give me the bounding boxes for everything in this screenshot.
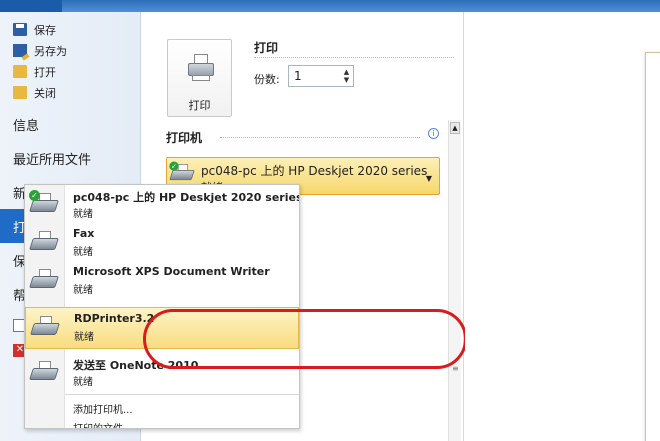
printer-option-status: 就绪 bbox=[73, 285, 93, 296]
printer-option-xps[interactable]: Microsoft XPS Document Writer 就绪 bbox=[25, 261, 299, 299]
printer-icon: ✓ bbox=[29, 190, 59, 215]
add-printer-link[interactable]: 添加打印机... bbox=[73, 401, 133, 416]
scroll-grip-icon[interactable]: ≡ bbox=[452, 364, 459, 373]
chevron-down-icon: ▼ bbox=[425, 174, 432, 183]
printer-option-fax[interactable]: Fax 就绪 bbox=[25, 223, 299, 261]
printer-dropdown: ✓ pc048-pc 上的 HP Deskjet 2020 series 就绪 … bbox=[24, 184, 300, 429]
info-icon[interactable]: i bbox=[428, 128, 439, 139]
copies-label: 份数: bbox=[254, 73, 280, 86]
print-to-file-link[interactable]: 打印的文件 bbox=[73, 420, 123, 428]
printer-icon bbox=[30, 316, 60, 338]
copies-value: 1 bbox=[294, 69, 302, 83]
nav-save-as-label: 另存为 bbox=[34, 44, 67, 58]
printer-option-name: Fax bbox=[73, 227, 95, 240]
save-icon bbox=[13, 23, 27, 36]
nav-info-label: 信息 bbox=[13, 118, 40, 134]
file-tab[interactable] bbox=[0, 0, 62, 12]
nav-open[interactable]: 打开 bbox=[0, 61, 140, 82]
ribbon-bar bbox=[0, 0, 660, 12]
nav-close[interactable]: 关闭 bbox=[0, 82, 140, 103]
print-button[interactable]: 打印 bbox=[167, 39, 232, 117]
printer-option-status: 就绪 bbox=[73, 377, 93, 388]
nav-close-label: 关闭 bbox=[34, 86, 56, 100]
scrollbar[interactable]: ▲ ≡ bbox=[448, 120, 461, 441]
printer-icon bbox=[29, 361, 59, 383]
printer-icon: ✓ bbox=[169, 161, 195, 183]
divider bbox=[254, 57, 454, 58]
nav-open-label: 打开 bbox=[34, 65, 56, 79]
divider bbox=[65, 394, 299, 395]
print-section-title: 打印 bbox=[254, 41, 279, 55]
preview-page bbox=[645, 52, 660, 441]
divider bbox=[220, 137, 420, 138]
printer-option-name: pc048-pc 上的 HP Deskjet 2020 series bbox=[73, 191, 300, 204]
copies-stepper[interactable]: 1 ▲ ▼ bbox=[288, 65, 354, 87]
nav-recent-label: 最近所用文件 bbox=[13, 152, 92, 168]
printer-section-title: 打印机 bbox=[166, 131, 203, 145]
folder-open-icon bbox=[13, 65, 27, 78]
printer-option-status: 就绪 bbox=[74, 332, 94, 343]
printer-option-status: 就绪 bbox=[73, 247, 93, 258]
printer-icon bbox=[188, 54, 214, 84]
printer-option-name: RDPrinter3.2 bbox=[74, 312, 155, 325]
print-preview bbox=[465, 12, 660, 441]
fax-icon bbox=[29, 231, 59, 253]
printer-option-hp[interactable]: ✓ pc048-pc 上的 HP Deskjet 2020 series 就绪 bbox=[25, 185, 299, 223]
printer-icon bbox=[29, 269, 59, 291]
save-as-icon bbox=[13, 44, 27, 57]
nav-save[interactable]: 保存 bbox=[0, 19, 140, 40]
scroll-up-icon[interactable]: ▲ bbox=[450, 122, 460, 134]
folder-close-icon bbox=[13, 86, 27, 99]
printer-option-name: Microsoft XPS Document Writer bbox=[73, 265, 270, 278]
print-button-label: 打印 bbox=[188, 99, 211, 112]
nav-info[interactable]: 信息 bbox=[0, 107, 140, 141]
nav-recent[interactable]: 最近所用文件 bbox=[0, 141, 140, 175]
spin-down-icon[interactable]: ▼ bbox=[342, 76, 351, 85]
nav-save-as[interactable]: 另存为 bbox=[0, 40, 140, 61]
selected-printer-name: pc048-pc 上的 HP Deskjet 2020 series bbox=[201, 164, 428, 178]
printer-option-status: 就绪 bbox=[73, 209, 93, 220]
nav-save-label: 保存 bbox=[34, 23, 56, 37]
highlight-oval bbox=[143, 309, 467, 369]
